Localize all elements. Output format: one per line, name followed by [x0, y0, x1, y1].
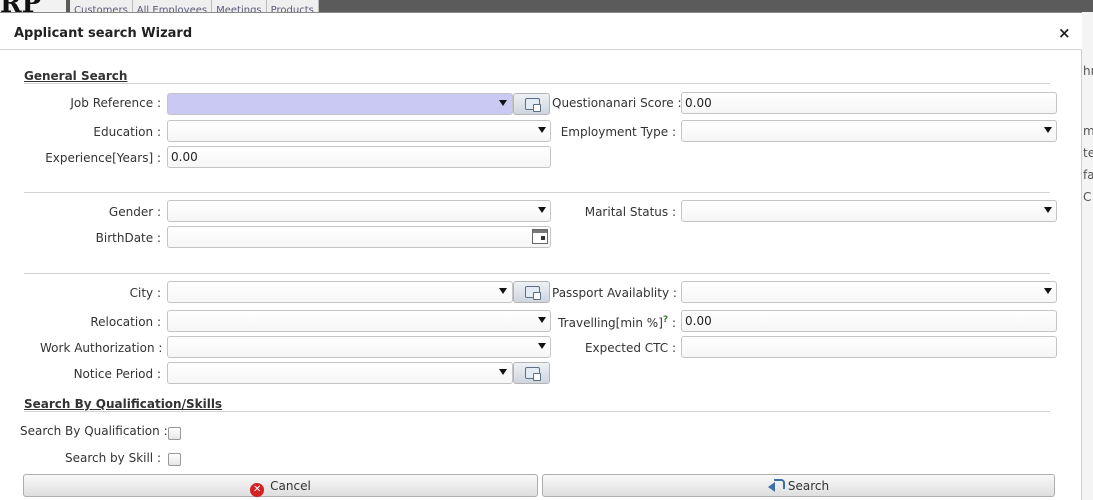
bg-fragment: m — [1083, 124, 1093, 138]
gender-select[interactable] — [167, 200, 551, 222]
cancel-circle-icon: ✕ — [250, 483, 265, 497]
label-travelling-colon: : — [671, 316, 676, 330]
lookup-icon — [525, 98, 541, 112]
birthdate-input[interactable] — [167, 226, 551, 248]
chevron-down-icon — [1044, 288, 1052, 294]
job-reference-select[interactable] — [167, 93, 513, 115]
work-authorization-select[interactable] — [167, 336, 551, 358]
chevron-down-icon — [538, 317, 546, 323]
passport-availability-select[interactable] — [681, 281, 1057, 303]
employment-type-select[interactable] — [681, 120, 1057, 142]
travelling-input[interactable]: 0.00 — [681, 310, 1057, 332]
bg-fragment: te — [1083, 146, 1093, 160]
marital-status-select[interactable] — [681, 200, 1057, 222]
education-select[interactable] — [167, 120, 551, 142]
label-education: Education : — [93, 125, 161, 139]
calendar-icon[interactable] — [532, 229, 548, 244]
dialog-titlebar: Applicant search Wizard × — [0, 13, 1082, 50]
chevron-down-icon — [1044, 127, 1052, 133]
chevron-down-icon — [499, 100, 507, 106]
label-gender: Gender : — [108, 205, 161, 219]
label-travelling: Travelling[min %]? : — [552, 315, 676, 330]
notice-period-lookup-button[interactable] — [513, 362, 550, 384]
label-notice-period: Notice Period : — [73, 367, 161, 381]
label-relocation: Relocation : — [90, 315, 161, 329]
chevron-down-icon — [499, 369, 507, 375]
section-divider — [24, 83, 1050, 84]
label-city: City : — [129, 286, 161, 300]
label-questionnaire-score: Questionanari Score : — [552, 96, 682, 110]
bg-fragment: C — [1083, 190, 1092, 204]
label-search-by-qualification: Search By Qualification : — [20, 424, 168, 438]
chevron-down-icon — [538, 207, 546, 213]
cancel-button-label: Cancel — [270, 479, 311, 493]
app-nav: Customers All Employees Meetings Product… — [70, 0, 319, 12]
app-logo: RP — [0, 0, 66, 12]
label-travelling-text: Travelling[min %] — [558, 316, 663, 330]
label-job-reference: Job Reference : — [70, 96, 161, 110]
nav-link-all-employees[interactable]: All Employees — [133, 0, 213, 12]
chevron-down-icon — [1044, 207, 1052, 213]
dialog-title: Applicant search Wizard — [14, 26, 193, 41]
section-divider — [24, 411, 1050, 412]
section-divider — [24, 273, 1050, 274]
chevron-down-icon — [538, 343, 546, 349]
section-title-general: General Search — [24, 69, 128, 83]
label-search-by-skill: Search by Skill : — [65, 451, 161, 465]
search-by-qualification-checkbox[interactable] — [168, 427, 181, 440]
search-arrow-icon — [767, 479, 785, 492]
bg-fragment: fa — [1083, 168, 1093, 182]
expected-ctc-input[interactable] — [681, 336, 1057, 358]
close-icon[interactable]: × — [1058, 24, 1071, 42]
label-employment-type: Employment Type : — [560, 125, 676, 139]
notice-period-select[interactable] — [167, 362, 513, 384]
job-reference-lookup-button[interactable] — [513, 93, 550, 115]
search-button[interactable]: Search — [542, 474, 1055, 497]
search-button-label: Search — [787, 479, 830, 493]
bg-fragment: hr — [1083, 64, 1093, 78]
city-select[interactable] — [167, 281, 513, 303]
questionnaire-score-input[interactable]: 0.00 — [681, 92, 1057, 114]
search-by-skill-checkbox[interactable] — [168, 453, 181, 466]
help-icon[interactable]: ? — [663, 315, 668, 325]
label-experience: Experience[Years] : — [45, 151, 161, 165]
experience-input[interactable]: 0.00 — [167, 146, 551, 168]
label-work-authorization: Work Authorization : — [40, 341, 163, 355]
nav-link-meetings[interactable]: Meetings — [212, 0, 267, 12]
section-title-qualification: Search By Qualification/Skills — [24, 397, 223, 411]
cancel-button[interactable]: ✕ Cancel — [23, 474, 538, 497]
nav-link-products[interactable]: Products — [267, 0, 319, 12]
label-expected-ctc: Expected CTC : — [584, 341, 676, 355]
section-divider — [24, 192, 1050, 193]
applicant-search-dialog: Applicant search Wizard × General Search… — [0, 13, 1082, 500]
label-marital-status: Marital Status : — [584, 205, 676, 219]
lookup-icon — [525, 286, 541, 300]
label-birthdate: BirthDate : — [95, 231, 161, 245]
background-panel-edge: hr m te fa C — [1082, 12, 1093, 500]
lookup-icon — [525, 367, 541, 381]
chevron-down-icon — [538, 127, 546, 133]
nav-link-customers[interactable]: Customers — [70, 0, 133, 12]
relocation-select[interactable] — [167, 310, 551, 332]
city-lookup-button[interactable] — [513, 281, 550, 303]
label-passport-availability: Passport Availablity : — [552, 286, 677, 300]
chevron-down-icon — [499, 288, 507, 294]
